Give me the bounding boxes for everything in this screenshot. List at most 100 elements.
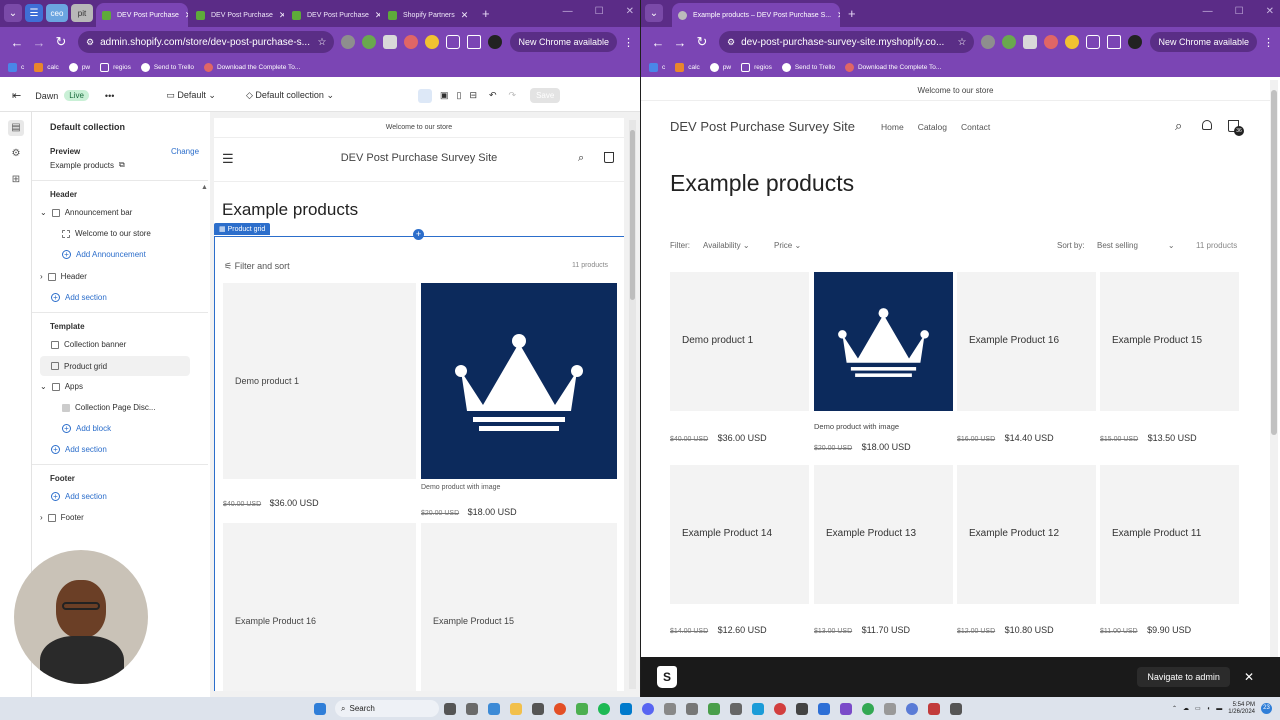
product-card[interactable]: Demo product 1 [670,272,809,411]
close-tab-icon[interactable]: ✕ [369,10,380,21]
cloud-icon[interactable]: ☁ [1183,705,1189,712]
fullscreen-icon[interactable]: ⊟ [469,90,477,101]
tab-shopify-partners[interactable]: Shopify Partners ✕ [382,3,474,27]
new-tab-icon[interactable]: + [848,6,856,21]
product-card[interactable]: Example Product 14 [670,465,809,604]
reload-icon[interactable]: ↻ [50,34,72,50]
bookmark-download[interactable]: Download the Complete To... [203,62,300,72]
extension-icon[interactable] [1002,35,1017,49]
sort-select[interactable]: Best selling ⌄ [1097,241,1175,250]
product-card[interactable]: Demo product 1 [223,283,416,479]
cart-icon[interactable] [604,152,614,163]
app-icon[interactable] [906,702,918,715]
side-panel-icon[interactable] [1107,35,1122,49]
save-button[interactable]: Save [530,88,561,103]
windows-start-icon[interactable] [314,702,326,715]
undo-icon[interactable]: ↶ [489,90,497,101]
discord-icon[interactable] [642,702,654,715]
close-tab-icon[interactable]: ✕ [179,10,188,21]
new-chrome-available-button[interactable]: New Chrome available [510,32,617,52]
profile-avatar[interactable] [488,35,503,49]
scrollbar-thumb[interactable] [1271,90,1277,435]
store-name[interactable]: DEV Post Purchase Survey Site [670,119,855,134]
chevron-down-icon[interactable]: ⌄ [40,208,47,217]
add-section-plus-icon[interactable]: + [413,229,424,240]
bookmark-send-to-trello[interactable]: Send to Trello [781,62,835,72]
product-card[interactable]: Example Product 15 [1100,272,1239,411]
bookmark-download[interactable]: Download the Complete To... [844,62,941,72]
tab-search-icon[interactable]: ⌄ [645,4,663,22]
mobile-view-icon[interactable]: ▯ [457,90,462,101]
section-header[interactable]: › Header [40,272,87,281]
product-card[interactable]: Example Product 16 [223,523,416,691]
bookmark-send-to-trello[interactable]: Send to Trello [140,62,194,72]
block-announcement[interactable]: Welcome to our store [62,229,151,238]
section-product-grid[interactable]: Product grid [40,356,190,376]
nav-home[interactable]: Home [881,122,904,132]
pdf-icon[interactable] [928,702,940,715]
extensions-puzzle-icon[interactable] [446,35,461,49]
product-card[interactable]: Example Product 13 [814,465,953,604]
nav-catalog[interactable]: Catalog [918,122,947,132]
app-icon[interactable] [686,702,698,715]
search-icon[interactable]: ⌕ [578,152,584,165]
template-select[interactable]: ▭ Default ⌄ [166,90,216,101]
app-icon[interactable] [950,702,962,715]
close-tab-icon[interactable]: ✕ [831,10,840,21]
navigate-to-admin-button[interactable]: Navigate to admin [1137,667,1230,687]
nav-contact[interactable]: Contact [961,122,990,132]
collection-select[interactable]: ◇ Default collection ⌄ [246,90,334,101]
clock[interactable]: 5:54 PM 1/26/2024 [1228,702,1255,716]
extension-icon[interactable] [1044,35,1059,49]
section-announcement-bar[interactable]: ⌄ Announcement bar [40,208,132,217]
desktop-view-icon[interactable]: ▣ [440,90,449,101]
site-info-icon[interactable]: ⚙ [86,37,94,48]
chrome-menu-icon[interactable]: ⋮ [1263,36,1274,49]
extension-icon[interactable] [1065,35,1080,49]
extension-icon[interactable] [362,35,377,49]
app-icon[interactable] [818,702,830,715]
new-chrome-available-button[interactable]: New Chrome available [1150,32,1257,52]
settings-icon[interactable] [466,702,478,715]
extension-icon[interactable] [341,35,356,49]
taskbar-search-box[interactable]: ⌕ Search [335,700,439,717]
pinned-tab-ceo[interactable]: ceo [46,4,68,22]
app-icon[interactable] [664,702,676,715]
omnibox[interactable]: ⚙ admin.shopify.com/store/dev-post-purch… [78,31,335,53]
app-icon[interactable] [862,702,874,715]
new-tab-icon[interactable]: + [482,6,490,21]
product-card[interactable]: Example Product 11 [1100,465,1239,604]
sections-icon[interactable]: ▤ [8,120,24,136]
availability-filter[interactable]: Availability ⌄ [703,241,750,250]
forward-icon[interactable]: → [669,35,691,50]
add-section-template-button[interactable]: + Add section [51,445,107,454]
filter-and-sort-button[interactable]: ⚟ Filter and sort [224,261,290,272]
bookmark-star-icon[interactable]: ☆ [317,37,326,48]
profile-avatar[interactable] [1128,35,1143,49]
tab-dev-post-purchase-3[interactable]: DEV Post Purchase ✕ [286,3,380,27]
product-card-title[interactable]: Demo product with image [814,422,899,431]
app-icon[interactable] [884,702,896,715]
app-embeds-icon[interactable]: ⊞ [8,172,24,188]
bookmark-c[interactable]: c [8,62,24,72]
back-icon[interactable]: ← [647,35,669,50]
app-icon[interactable] [752,702,764,715]
add-section-header-button[interactable]: + Add section [51,293,107,302]
app-icon[interactable] [730,702,742,715]
app-icon[interactable] [840,702,852,715]
extension-icon[interactable] [404,35,419,49]
volume-icon[interactable]: ◖ [1207,706,1211,712]
bookmark-pw[interactable]: pw [68,62,90,72]
collapse-arrow-icon[interactable]: ▲ [201,184,208,191]
tab-dev-post-purchase-1[interactable]: DEV Post Purchase ✕ [96,3,188,27]
file-explorer-icon[interactable] [510,702,522,715]
theme-settings-gear-icon[interactable]: ⚙ [8,146,24,162]
close-bar-icon[interactable]: ✕ [1244,670,1254,684]
bookmark-calc[interactable]: calc [34,62,59,72]
reload-icon[interactable]: ↻ [691,34,713,50]
add-announcement-button[interactable]: + Add Announcement [62,250,146,259]
omnibox[interactable]: ⚙ dev-post-purchase-survey-site.myshopif… [719,31,975,53]
product-image[interactable] [421,283,617,479]
maximize-icon[interactable]: ☐ [1235,6,1244,17]
product-image[interactable] [814,272,953,411]
